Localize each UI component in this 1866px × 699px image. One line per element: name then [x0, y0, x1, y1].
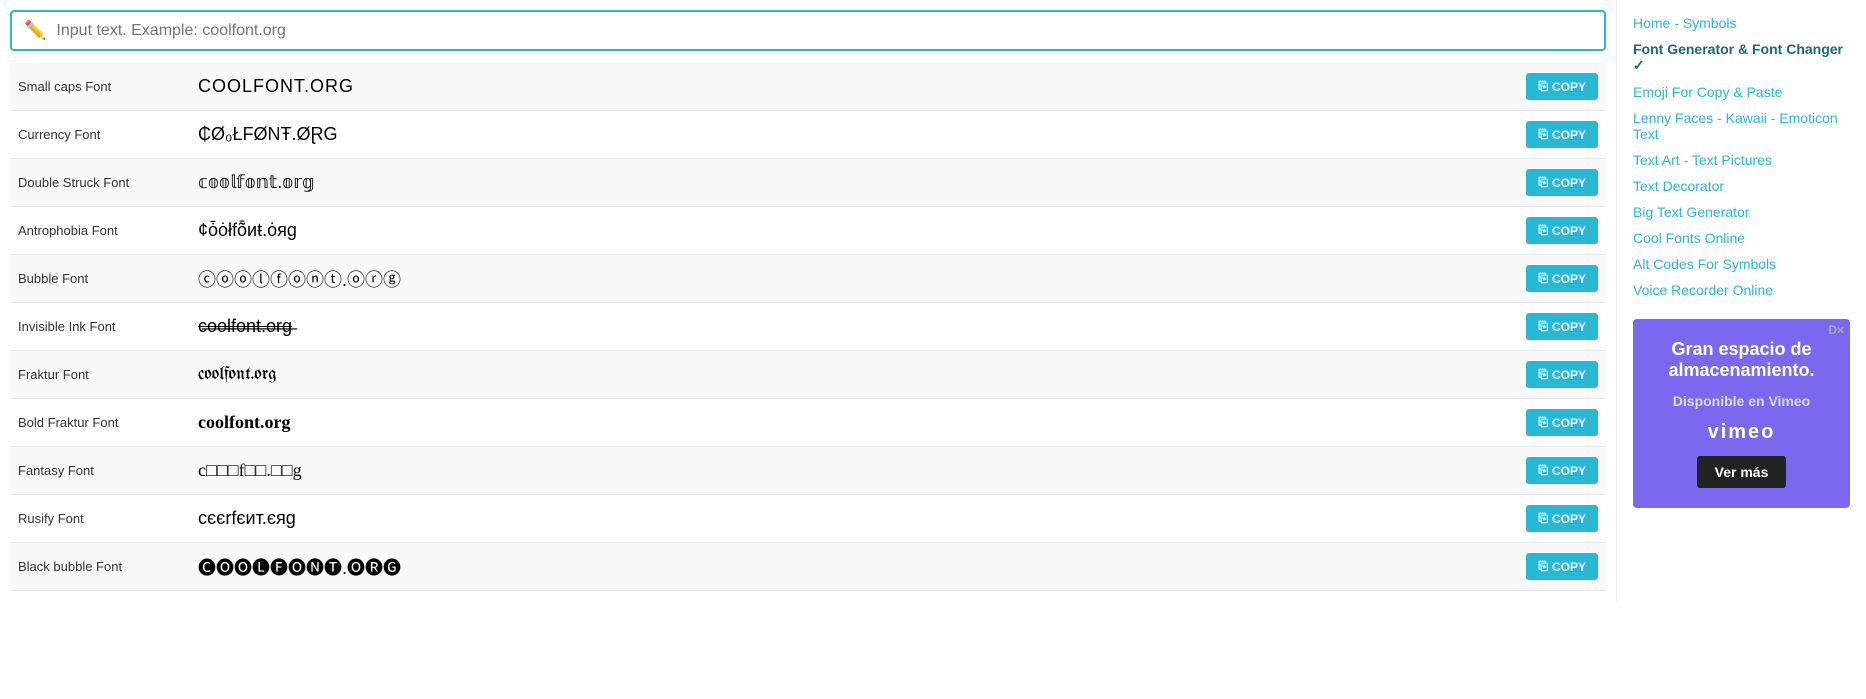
table-row: Rusify Fontcєєrfєит.єяg ⎘ COPY	[10, 495, 1606, 543]
ad-close-button[interactable]: D×	[1828, 323, 1844, 337]
ad-box: D× Gran espacio de almacenamiento. Dispo…	[1633, 319, 1850, 508]
copy-label: COPY	[1552, 464, 1586, 478]
copy-label: COPY	[1552, 320, 1586, 334]
copy-cell: ⎘ COPY	[1506, 399, 1606, 447]
ad-subtitle: Disponible en Vimeo	[1673, 393, 1810, 409]
copy-icon: ⎘	[1538, 367, 1548, 382]
font-preview: coolfont.org	[190, 351, 1506, 399]
sidebar-link-text-decorator[interactable]: Text Decorator	[1633, 173, 1850, 199]
sidebar-link-font-generator[interactable]: Font Generator & Font Changer ✓	[1633, 36, 1850, 79]
copy-icon: ⎘	[1538, 175, 1548, 190]
table-row: Bubble Fontⓒⓞⓞⓛⓕⓞⓝⓣ.ⓞⓡⓖ ⎘ COPY	[10, 255, 1606, 303]
table-row: Currency Font₵Ø₀ŁFØNŦ.ØⱤG ⎘ COPY	[10, 111, 1606, 159]
copy-label: COPY	[1552, 512, 1586, 526]
font-preview: ⓒⓞⓞⓛⓕⓞⓝⓣ.ⓞⓡⓖ	[190, 255, 1506, 303]
table-row: Black bubble Font🅒🅞🅞🅛🅕🅞🅝🅣.🅞🅡🅖 ⎘ COPY	[10, 543, 1606, 591]
sidebar-link-alt-codes[interactable]: Alt Codes For Symbols	[1633, 251, 1850, 277]
copy-cell: ⎘ COPY	[1506, 447, 1606, 495]
table-row: Double Struck Font𝕔𝕠𝕠𝕝𝕗𝕠𝕟𝕥.𝕠𝕣𝕘 ⎘ COPY	[10, 159, 1606, 207]
copy-label: COPY	[1552, 176, 1586, 190]
copy-button[interactable]: ⎘ COPY	[1526, 169, 1598, 196]
sidebar-link-big-text[interactable]: Big Text Generator	[1633, 199, 1850, 225]
copy-icon: ⎘	[1538, 415, 1548, 430]
table-row: Small caps FontCOOLFONT.ORG ⎘ COPY	[10, 63, 1606, 111]
sidebar-link-emoji-copy[interactable]: Emoji For Copy & Paste	[1633, 79, 1850, 105]
copy-icon: ⎘	[1538, 127, 1548, 142]
copy-icon: ⎘	[1538, 511, 1548, 526]
copy-button[interactable]: ⎘ COPY	[1526, 265, 1598, 292]
sidebar: Home - SymbolsFont Generator & Font Chan…	[1616, 0, 1866, 601]
copy-cell: ⎘ COPY	[1506, 207, 1606, 255]
font-name-label: Antrophobia Font	[10, 207, 190, 255]
copy-button[interactable]: ⎘ COPY	[1526, 505, 1598, 532]
copy-icon: ⎘	[1538, 271, 1548, 286]
ad-title: Gran espacio de almacenamiento.	[1649, 339, 1834, 381]
font-preview: cєєrfєит.єяg	[190, 495, 1506, 543]
copy-icon: ⎘	[1538, 319, 1548, 334]
table-row: Fraktur Fontcoolfont.org ⎘ COPY	[10, 351, 1606, 399]
font-preview: 𝕔𝕠𝕠𝕝𝕗𝕠𝕟𝕥.𝕠𝕣𝕘	[190, 159, 1506, 207]
copy-label: COPY	[1552, 80, 1586, 94]
copy-button[interactable]: ⎘ COPY	[1526, 409, 1598, 436]
copy-button[interactable]: ⎘ COPY	[1526, 457, 1598, 484]
copy-icon: ⎘	[1538, 463, 1548, 478]
copy-icon: ⎘	[1538, 79, 1548, 94]
copy-button[interactable]: ⎘ COPY	[1526, 217, 1598, 244]
copy-label: COPY	[1552, 128, 1586, 142]
copy-cell: ⎘ COPY	[1506, 543, 1606, 591]
copy-label: COPY	[1552, 560, 1586, 574]
copy-icon: ⎘	[1538, 223, 1548, 238]
table-row: Bold Fraktur Fontcoolfont.org ⎘ COPY	[10, 399, 1606, 447]
copy-cell: ⎘ COPY	[1506, 351, 1606, 399]
copy-label: COPY	[1552, 368, 1586, 382]
copy-button[interactable]: ⎘ COPY	[1526, 121, 1598, 148]
font-name-label: Small caps Font	[10, 63, 190, 111]
search-bar: ✏️	[10, 10, 1606, 51]
font-name-label: Bold Fraktur Font	[10, 399, 190, 447]
copy-icon: ⎘	[1538, 559, 1548, 574]
ad-logo: vimeo	[1708, 421, 1776, 444]
copy-cell: ⎘ COPY	[1506, 63, 1606, 111]
font-preview: c□□□f□□.□□g	[190, 447, 1506, 495]
copy-label: COPY	[1552, 224, 1586, 238]
copy-cell: ⎘ COPY	[1506, 303, 1606, 351]
font-name-label: Bubble Font	[10, 255, 190, 303]
main-content: ✏️ Small caps FontCOOLFONT.ORG⎘COPYCurre…	[0, 0, 1616, 601]
font-name-label: Rusify Font	[10, 495, 190, 543]
font-preview: coolfont.org	[190, 399, 1506, 447]
font-preview: ¢ȱȯłfȭиŧ.ȯяg	[190, 207, 1506, 255]
font-name-label: Invisible Ink Font	[10, 303, 190, 351]
font-name-label: Fraktur Font	[10, 351, 190, 399]
table-row: Invisible Ink Fontc̶o̶o̶l̶f̶o̶n̶t̶.̶o̶r̶…	[10, 303, 1606, 351]
font-table: Small caps FontCOOLFONT.ORG⎘COPYCurrency…	[10, 63, 1606, 591]
copy-button[interactable]: ⎘ COPY	[1526, 73, 1598, 100]
search-input[interactable]	[56, 22, 1592, 40]
sidebar-link-text-art[interactable]: Text Art - Text Pictures	[1633, 147, 1850, 173]
copy-button[interactable]: ⎘ COPY	[1526, 313, 1598, 340]
copy-button[interactable]: ⎘ COPY	[1526, 361, 1598, 388]
font-preview: c̶o̶o̶l̶f̶o̶n̶t̶.̶o̶r̶g̶	[190, 303, 1506, 351]
copy-cell: ⎘ COPY	[1506, 255, 1606, 303]
sidebar-link-voice-recorder[interactable]: Voice Recorder Online	[1633, 277, 1850, 303]
sidebar-link-cool-fonts-online[interactable]: Cool Fonts Online	[1633, 225, 1850, 251]
sidebar-link-home-symbols[interactable]: Home - Symbols	[1633, 10, 1850, 36]
table-row: Antrophobia Font¢ȱȯłfȭиŧ.ȯяg ⎘ COPY	[10, 207, 1606, 255]
sidebar-link-lenny-faces[interactable]: Lenny Faces - Kawaii - Emoticon Text	[1633, 105, 1850, 147]
font-name-label: Currency Font	[10, 111, 190, 159]
font-preview: ₵Ø₀ŁFØNŦ.ØⱤG	[190, 111, 1506, 159]
font-name-label: Fantasy Font	[10, 447, 190, 495]
table-row: Fantasy Fontc□□□f□□.□□g ⎘ COPY	[10, 447, 1606, 495]
ad-button[interactable]: Ver más	[1697, 456, 1787, 488]
copy-label: COPY	[1552, 416, 1586, 430]
copy-cell: ⎘ COPY	[1506, 159, 1606, 207]
font-name-label: Black bubble Font	[10, 543, 190, 591]
font-preview: 🅒🅞🅞🅛🅕🅞🅝🅣.🅞🅡🅖	[190, 543, 1506, 591]
pencil-icon: ✏️	[24, 20, 46, 41]
copy-cell: ⎘ COPY	[1506, 495, 1606, 543]
font-name-label: Double Struck Font	[10, 159, 190, 207]
copy-button[interactable]: ⎘ COPY	[1526, 553, 1598, 580]
copy-label: COPY	[1552, 272, 1586, 286]
font-preview: COOLFONT.ORG	[190, 63, 1506, 111]
copy-cell: ⎘ COPY	[1506, 111, 1606, 159]
